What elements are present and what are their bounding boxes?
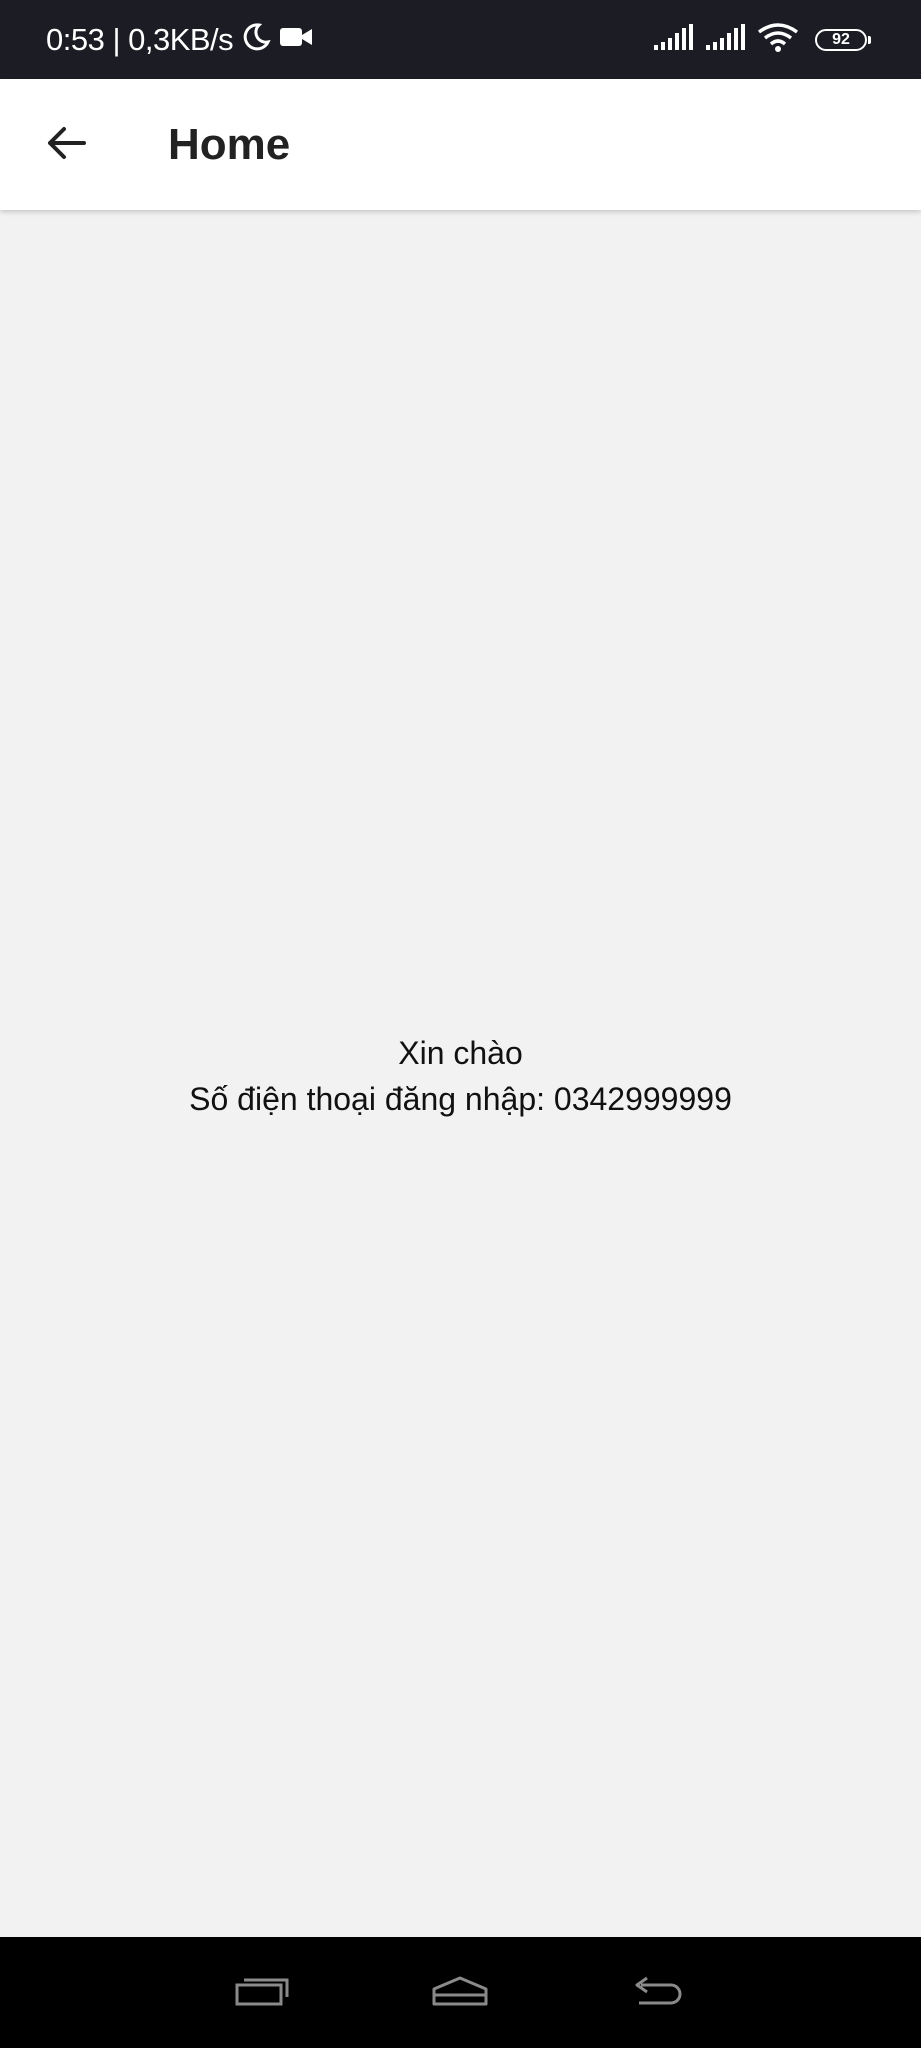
phone-login-text: Số điện thoại đăng nhập: 0342999999 — [189, 1081, 732, 1117]
page-title: Home — [168, 120, 291, 169]
arrow-left-icon — [44, 121, 88, 170]
battery-icon: 92 — [815, 28, 871, 51]
main-content: Xin chào Số điện thoại đăng nhập: 034299… — [0, 1030, 921, 1122]
battery-level: 92 — [832, 30, 850, 48]
back-button[interactable] — [30, 109, 102, 181]
wifi-icon — [757, 22, 799, 57]
signal-icon — [705, 23, 747, 56]
back-icon — [629, 1975, 687, 2012]
home-icon — [430, 1975, 490, 2012]
greeting-text: Xin chào — [398, 1035, 523, 1071]
recent-apps-icon — [234, 1975, 290, 2012]
home-button[interactable] — [420, 1961, 500, 2025]
status-bar: 0:53 | 0,3KB/s 92 — [0, 0, 921, 79]
moon-icon — [241, 22, 271, 57]
status-right: 92 — [653, 0, 871, 79]
recent-apps-button[interactable] — [222, 1961, 302, 2025]
signal-icon — [653, 23, 695, 56]
app-bar: Home — [0, 79, 921, 210]
status-time-speed: 0:53 | 0,3KB/s — [46, 21, 234, 57]
system-back-button[interactable] — [618, 1961, 698, 2025]
status-left: 0:53 | 0,3KB/s — [46, 0, 313, 79]
navigation-bar — [0, 1937, 921, 2048]
video-camera-icon — [279, 24, 313, 55]
